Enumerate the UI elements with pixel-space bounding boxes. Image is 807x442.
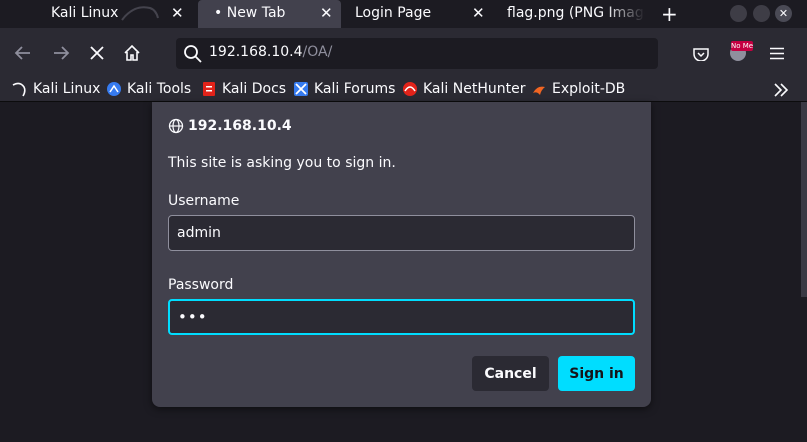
- url-host: 192.168.10.4: [209, 44, 303, 60]
- tab-kali-linux[interactable]: Kali Linux ✕: [0, 0, 193, 28]
- chevron-right-icon[interactable]: [773, 83, 789, 97]
- tab-label: • New Tab: [214, 5, 285, 21]
- bookmark-exploit-db[interactable]: Exploit-DB: [531, 81, 625, 97]
- search-icon: [184, 45, 202, 63]
- bookmark-label: Kali Tools: [127, 81, 192, 97]
- close-icon[interactable]: ✕: [171, 4, 184, 22]
- back-icon[interactable]: [14, 45, 32, 61]
- globe-icon: [168, 118, 184, 134]
- tab-strip: Kali Linux ✕ • New Tab ✕ Login Page ✕ fl…: [0, 0, 807, 28]
- window-close-button[interactable]: ✕: [775, 5, 792, 22]
- tab-flag-png[interactable]: flag.png (PNG Image: [497, 0, 645, 28]
- menu-icon[interactable]: [769, 47, 785, 60]
- bookmark-label: Exploit-DB: [552, 81, 626, 97]
- maximize-button[interactable]: [753, 5, 770, 22]
- navigation-bar: 192.168.10.4/OA/ No Me: [0, 28, 807, 78]
- username-field[interactable]: admin: [168, 215, 635, 251]
- url-text: 192.168.10.4/OA/: [209, 44, 332, 60]
- url-path: /OA/: [302, 44, 333, 60]
- tab-label: Login Page: [355, 5, 432, 21]
- bookmarks-bar: Kali Linux Kali Tools Kali Docs Kali For…: [0, 78, 807, 102]
- stop-loading-icon[interactable]: [89, 45, 105, 61]
- tab-new-tab[interactable]: • New Tab ✕: [198, 0, 341, 28]
- dialog-host-text: 192.168.10.4: [188, 118, 292, 134]
- username-label: Username: [168, 193, 240, 209]
- dialog-host: 192.168.10.4: [168, 118, 292, 134]
- bookmark-label: Kali Forums: [314, 81, 396, 97]
- bookmark-kali-tools[interactable]: Kali Tools: [106, 81, 191, 97]
- bookmark-kali-nethunter[interactable]: Kali NetHunter: [402, 81, 525, 97]
- bookmark-kali-forums[interactable]: Kali Forums: [293, 81, 395, 97]
- pocket-icon[interactable]: [693, 47, 709, 61]
- sign-in-dialog: 192.168.10.4 This site is asking you to …: [152, 102, 651, 407]
- kali-docs-icon: [203, 82, 215, 96]
- password-label: Password: [168, 277, 234, 293]
- bookmark-label: Kali Linux: [33, 81, 101, 97]
- kali-tools-icon: [107, 82, 121, 96]
- minimize-button[interactable]: [730, 5, 747, 22]
- kali-forums-icon: [294, 82, 308, 96]
- page-scrollbar[interactable]: [801, 102, 807, 297]
- password-field[interactable]: •••: [168, 299, 635, 335]
- tab-fade: [605, 0, 645, 28]
- kali-dragon-icon: [121, 6, 159, 21]
- close-icon[interactable]: ✕: [472, 4, 485, 22]
- home-icon[interactable]: [123, 44, 141, 62]
- exploit-db-icon: [533, 86, 545, 95]
- tab-login-page[interactable]: Login Page ✕: [345, 0, 493, 28]
- tab-label: Kali Linux: [51, 5, 119, 21]
- loading-dot: •: [214, 5, 223, 21]
- cancel-button[interactable]: Cancel: [472, 356, 549, 391]
- kali-dragon-icon: [12, 82, 26, 97]
- new-tab-button[interactable]: +: [661, 2, 678, 26]
- bookmark-kali-linux[interactable]: Kali Linux: [12, 81, 100, 97]
- bookmark-label: Kali Docs: [222, 81, 287, 97]
- bookmark-kali-docs[interactable]: Kali Docs: [201, 81, 286, 97]
- dialog-message: This site is asking you to sign in.: [168, 155, 396, 171]
- bookmark-label: Kali NetHunter: [423, 81, 526, 97]
- close-icon[interactable]: ✕: [320, 4, 333, 22]
- sign-in-button[interactable]: Sign in: [558, 356, 635, 391]
- url-bar[interactable]: 192.168.10.4/OA/: [176, 38, 658, 69]
- nethunter-icon: [403, 82, 417, 96]
- extension-badge: No Me: [731, 41, 753, 51]
- forward-icon[interactable]: [52, 45, 70, 61]
- tab-label-text: New Tab: [226, 5, 286, 21]
